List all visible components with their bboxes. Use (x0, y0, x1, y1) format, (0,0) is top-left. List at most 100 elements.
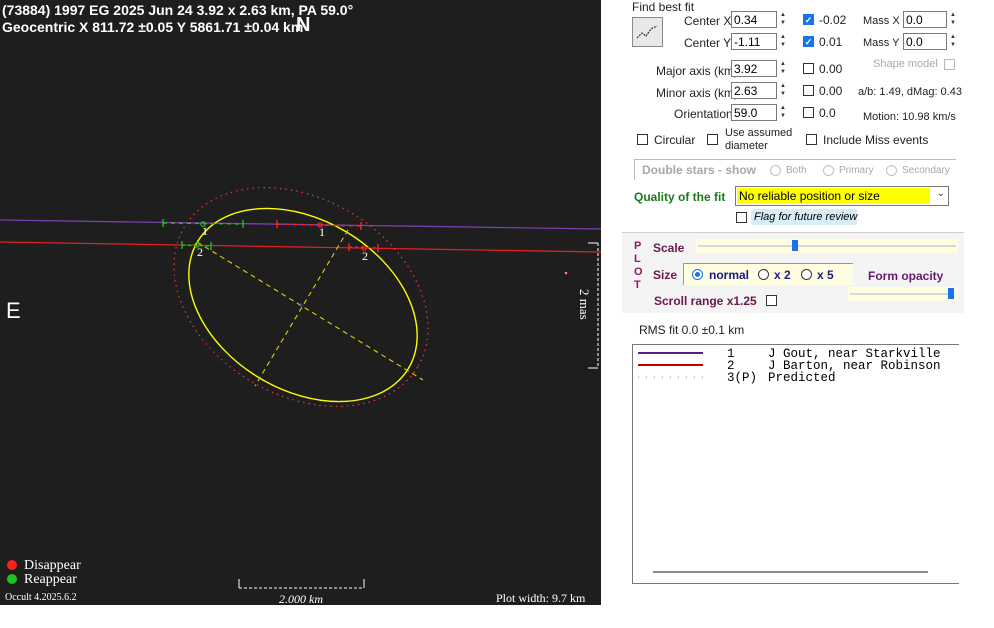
center-x-checkbox[interactable]: ✓ (803, 14, 814, 25)
mass-y-spinner[interactable]: ▲ ▼ (947, 33, 959, 50)
form-opacity-slider-thumb[interactable] (948, 288, 954, 299)
size-normal-label: normal (709, 268, 750, 282)
both-label: Both (786, 165, 807, 176)
quality-label: Quality of the fit (634, 190, 726, 204)
major-axis-checkbox[interactable] (803, 63, 814, 74)
shape-model-label: Shape model (873, 58, 938, 70)
chord-2-line (0, 241, 601, 253)
circular-checkbox[interactable] (637, 134, 648, 145)
include-miss-checkbox[interactable] (806, 134, 817, 145)
include-miss-label: Include Miss events (823, 133, 929, 147)
major-axis-step: 0.00 (819, 62, 843, 76)
find-best-fit-label: Find best fit (632, 0, 695, 14)
plot-letter-p: P (634, 240, 642, 252)
orientation-label: Orientation (674, 107, 733, 121)
diameter-label: diameter (725, 140, 768, 152)
size-normal-radio[interactable] (692, 269, 703, 280)
scalebar-label: 2.000 km (279, 592, 323, 605)
size-x5-label: x 5 (817, 268, 834, 282)
legend-row-3-text: Predicted (768, 371, 836, 385)
minor-axis-input[interactable]: 2.63 (731, 82, 777, 99)
primary-radio[interactable] (823, 165, 834, 176)
plot-letter-o: O (634, 266, 643, 278)
mass-y-label: Mass Y (863, 37, 900, 49)
minor-axis-checkbox[interactable] (803, 85, 814, 96)
version-label: Occult 4.2025.6.2 (5, 592, 77, 603)
chevron-down-icon: ⌄ (936, 188, 945, 199)
center-y-checkbox[interactable]: ✓ (803, 36, 814, 47)
size-x2-label: x 2 (774, 268, 791, 282)
vertical-scale-label: 2 mas (577, 289, 592, 320)
scale-label: Scale (653, 241, 685, 255)
major-axis-spinner[interactable]: ▲ ▼ (777, 60, 789, 77)
control-panel: Find best fit Center X 0.34 ▲ ▼ ✓ -0.02 M… (601, 0, 994, 628)
rms-fit-label: RMS fit 0.0 ±0.1 km (639, 323, 745, 337)
legend-row-3-num: 3(P) (727, 371, 758, 385)
east-label: E (6, 298, 21, 323)
secondary-radio[interactable] (886, 165, 897, 176)
both-radio[interactable] (770, 165, 781, 176)
motion-label: Motion: 10.98 km/s (863, 111, 956, 123)
secondary-label: Secondary (902, 165, 950, 176)
flag-review-checkbox[interactable] (736, 212, 747, 223)
center-x-label: Center X (684, 14, 732, 28)
major-axis-input[interactable]: 3.92 (731, 60, 777, 77)
circular-label: Circular (654, 133, 696, 147)
mass-x-spinner[interactable]: ▲ ▼ (947, 11, 959, 28)
plot-graphics: + (0, 187, 601, 589)
size-x5-radio[interactable] (801, 269, 812, 280)
double-stars-label: Double stars - show (642, 163, 757, 177)
center-x-input[interactable]: 0.34 (731, 11, 777, 28)
center-y-step: 0.01 (819, 35, 843, 49)
orientation-input[interactable]: 59.0 (731, 104, 777, 121)
orientation-step: 0.0 (819, 106, 836, 120)
plot-letter-t: T (634, 279, 641, 291)
form-opacity-label: Form opacity (868, 269, 944, 283)
chord-label-2-left: 2 (197, 245, 203, 259)
use-assumed-diameter-checkbox[interactable] (707, 134, 718, 145)
predicted-ellipse (173, 187, 429, 407)
orientation-spinner[interactable]: ▲ ▼ (777, 104, 789, 121)
minor-axis-spinner[interactable]: ▲ ▼ (777, 82, 789, 99)
scale-slider-thumb[interactable] (792, 240, 798, 251)
flag-review-label: Flag for future review (751, 209, 857, 225)
ab-dmag-label: a/b: 1.49, dMag: 0.43 (858, 86, 962, 98)
scroll-range-checkbox[interactable] (766, 295, 777, 306)
center-marker-icon: + (298, 301, 304, 312)
size-label: Size (653, 268, 678, 282)
reappear-dot-icon (7, 574, 17, 584)
quality-select-value: No reliable position or size (737, 188, 930, 204)
disappear-dot-icon (7, 560, 17, 570)
legend-hscrollbar[interactable] (653, 571, 928, 573)
use-assumed-label: Use assumed (725, 127, 793, 139)
minor-axis-label: Minor axis (km) (656, 86, 739, 100)
center-y-spinner[interactable]: ▲ ▼ (777, 33, 789, 50)
major-axis-label: Major axis (km) (656, 64, 739, 78)
orientation-checkbox[interactable] (803, 107, 814, 118)
center-x-step: -0.02 (819, 13, 847, 27)
occultation-plot: + (73884) 1997 EG 2025 Jun 24 3.92 x 2.6… (0, 0, 601, 605)
mass-x-input[interactable]: 0.0 (903, 11, 947, 28)
plot-header-geocentric: Geocentric X 811.72 ±0.05 Y 5861.71 ±0.0… (2, 19, 304, 35)
center-y-input[interactable]: -1.11 (731, 33, 777, 50)
north-label: N (296, 14, 311, 36)
find-best-fit-button[interactable] (632, 17, 663, 47)
major-axis-line (196, 241, 424, 381)
legend-reappear-label: Reappear (24, 572, 77, 587)
center-x-spinner[interactable]: ▲ ▼ (777, 11, 789, 28)
chord-label-1-left: 1 (202, 224, 208, 238)
legend-line-samples (638, 352, 703, 378)
form-opacity-slider[interactable] (848, 287, 958, 301)
mass-y-input[interactable]: 0.0 (903, 33, 947, 50)
mass-x-label: Mass X (863, 15, 900, 27)
shape-model-checkbox[interactable] (944, 59, 955, 70)
center-y-label: Center Y (684, 36, 732, 50)
chord-label-1-right: 1 (319, 225, 325, 239)
plot-width-label: Plot width: 9.7 km (496, 591, 586, 605)
fit-graph-icon (636, 25, 658, 39)
size-x2-radio[interactable] (758, 269, 769, 280)
chord-1-line (0, 219, 601, 230)
primary-label: Primary (839, 165, 874, 176)
quality-select[interactable]: No reliable position or size ⌄ (735, 186, 949, 206)
scale-slider[interactable] (696, 239, 958, 253)
